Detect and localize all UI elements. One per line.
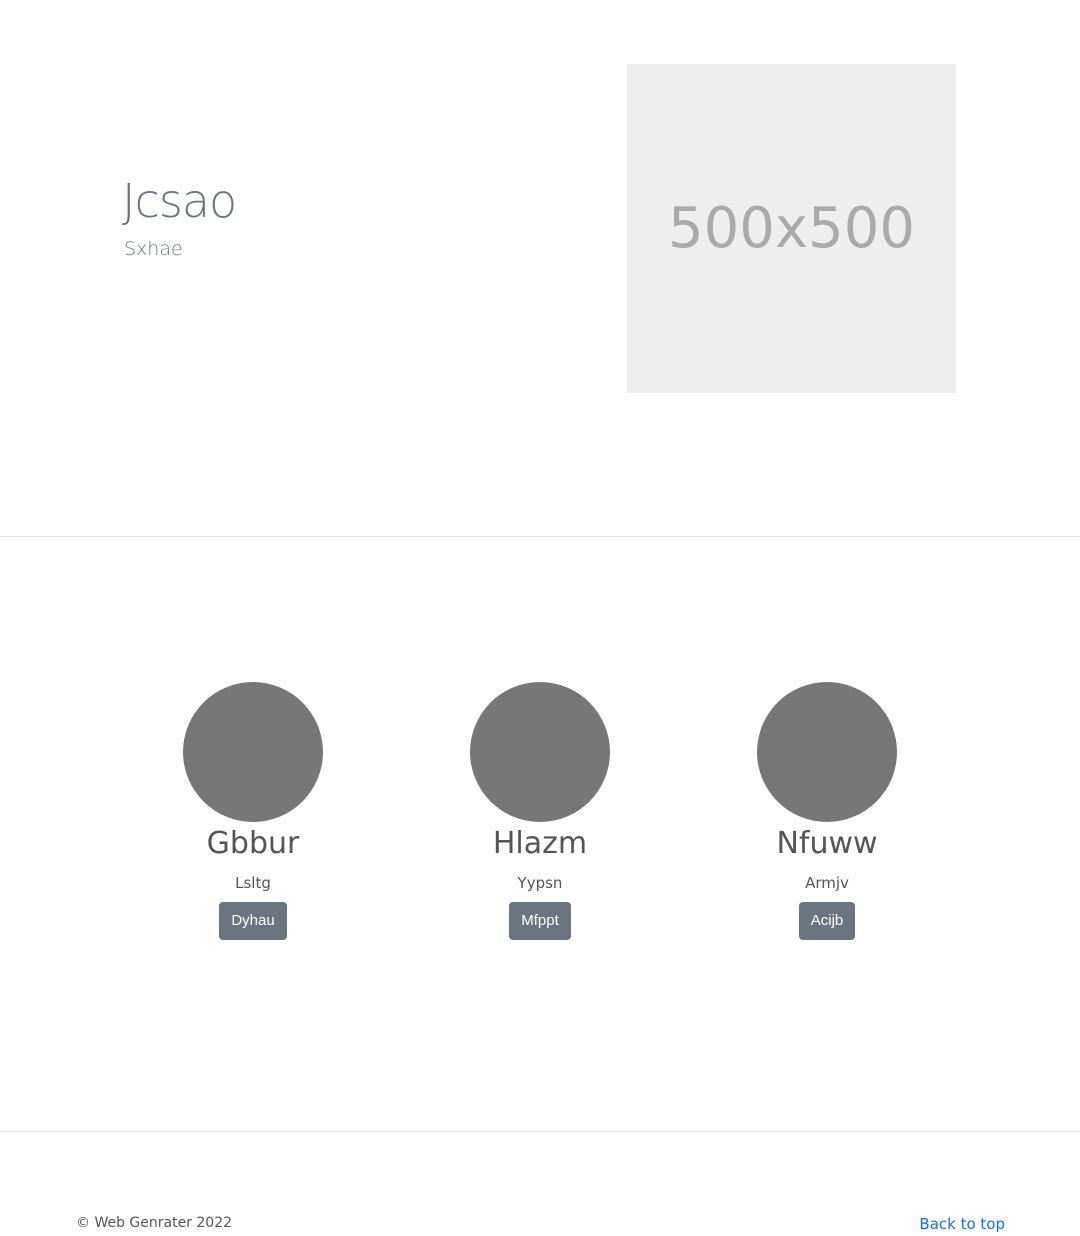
hero-section: Jcsao Sxhae 500x500	[0, 0, 1080, 537]
team-member-card: Nfuww Armjv Acijb	[687, 682, 967, 940]
member-role: Lsltg	[235, 874, 271, 892]
team-member-card: Gbbur Lsltg Dyhau	[113, 682, 393, 940]
member-button[interactable]: Dyhau	[219, 902, 287, 940]
hero-title: Jcsao	[122, 174, 237, 228]
team-section: Gbbur Lsltg Dyhau Hlazm Yypsn Mfppt Nfuw…	[0, 538, 1080, 1132]
avatar	[183, 682, 323, 822]
member-role: Yypsn	[517, 874, 563, 892]
hero-image-placeholder: 500x500	[627, 64, 956, 393]
placeholder-label: 500x500	[668, 196, 915, 261]
copyright-text: © Web Genrater 2022	[76, 1215, 233, 1231]
avatar	[757, 682, 897, 822]
hero-subtitle: Sxhae	[124, 238, 183, 260]
member-button[interactable]: Acijb	[798, 902, 856, 940]
member-role: Armjv	[805, 874, 849, 892]
avatar	[470, 682, 610, 822]
member-name: Nfuww	[776, 826, 878, 861]
member-button[interactable]: Mfppt	[509, 902, 571, 940]
team-member-card: Hlazm Yypsn Mfppt	[400, 682, 680, 940]
member-name: Hlazm	[492, 826, 588, 861]
member-name: Gbbur	[206, 826, 300, 861]
back-to-top-link[interactable]: Back to top	[919, 1215, 1005, 1233]
